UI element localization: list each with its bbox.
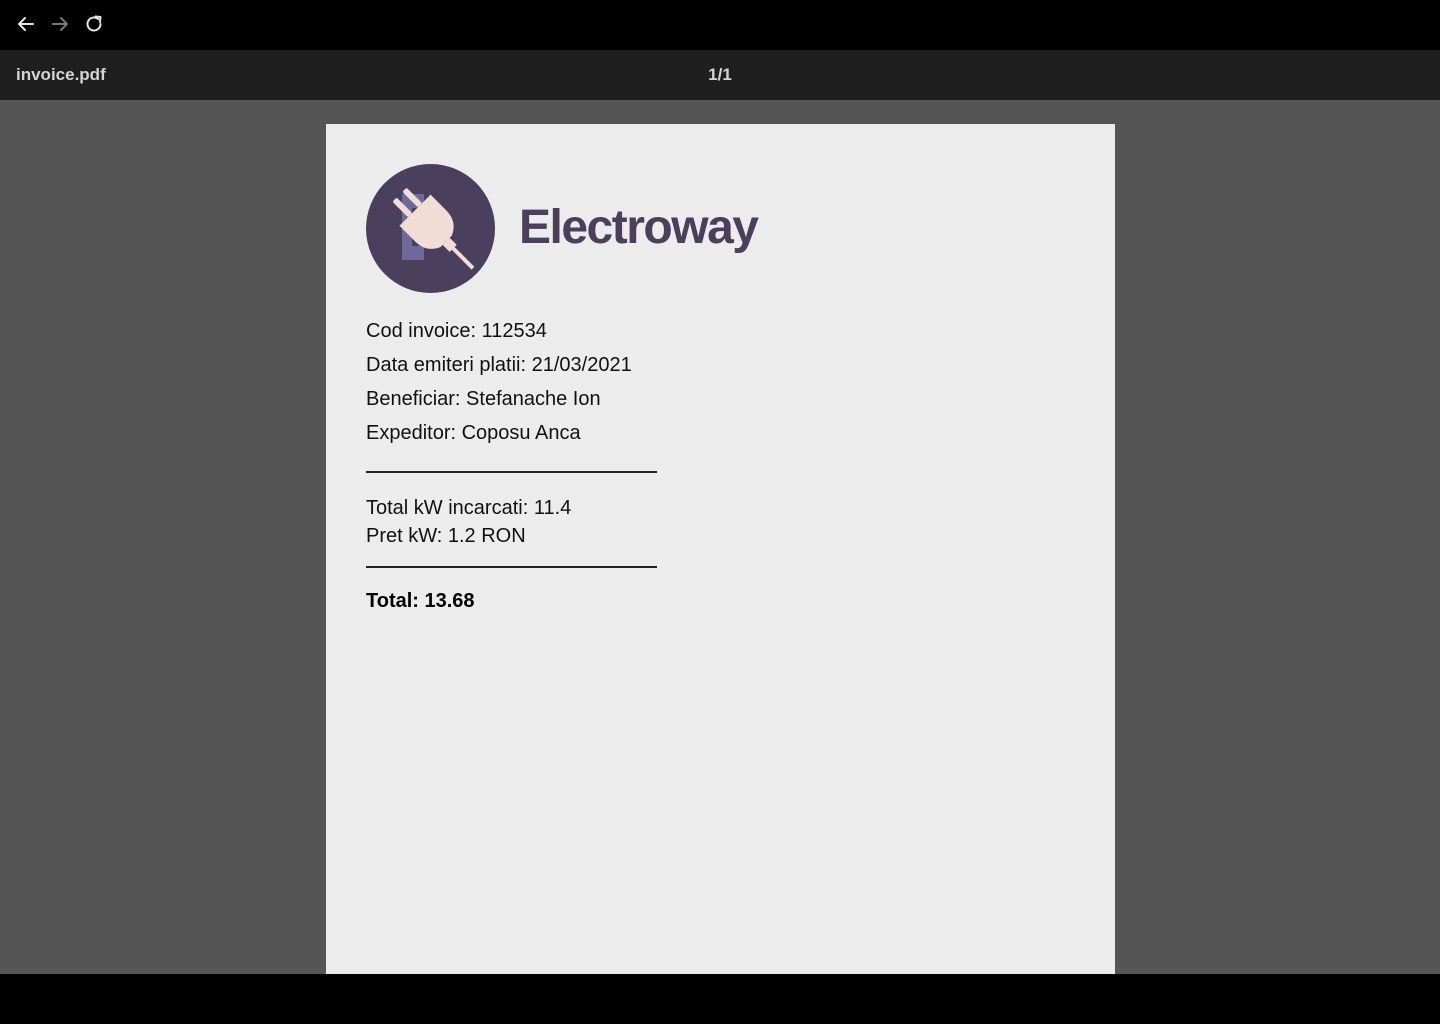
browser-top-bar xyxy=(0,0,1440,50)
brand-name: Electroway xyxy=(519,201,759,254)
plug-icon xyxy=(366,164,495,293)
arrow-right-icon xyxy=(52,17,68,31)
divider xyxy=(366,566,657,568)
pdf-viewer-area[interactable]: Electroway Cod invoice: 112534 Data emit… xyxy=(0,100,1440,974)
reload-icon xyxy=(86,15,102,32)
divider xyxy=(366,471,657,473)
bottom-bar xyxy=(0,974,1440,1024)
issue-date: Data emiteri platii: 21/03/2021 xyxy=(366,354,632,376)
beneficiary: Beneficiar: Stefanache Ion xyxy=(366,388,601,410)
sender: Expeditor: Coposu Anca xyxy=(366,422,581,444)
pdf-page: Electroway Cod invoice: 112534 Data emit… xyxy=(326,124,1115,974)
back-button[interactable] xyxy=(13,11,39,37)
kw-price: Pret kW: 1.2 RON xyxy=(366,525,526,547)
kw-total: Total kW incarcati: 11.4 xyxy=(366,497,572,519)
arrow-left-icon xyxy=(18,17,34,31)
invoice-code: Cod invoice: 112534 xyxy=(366,320,547,342)
pdf-viewer-toolbar: invoice.pdf 1/1 xyxy=(0,50,1440,100)
forward-button[interactable] xyxy=(47,11,73,37)
reload-button[interactable] xyxy=(81,11,107,37)
page-indicator: 1/1 xyxy=(708,65,732,84)
invoice-total: Total: 13.68 xyxy=(366,590,475,612)
